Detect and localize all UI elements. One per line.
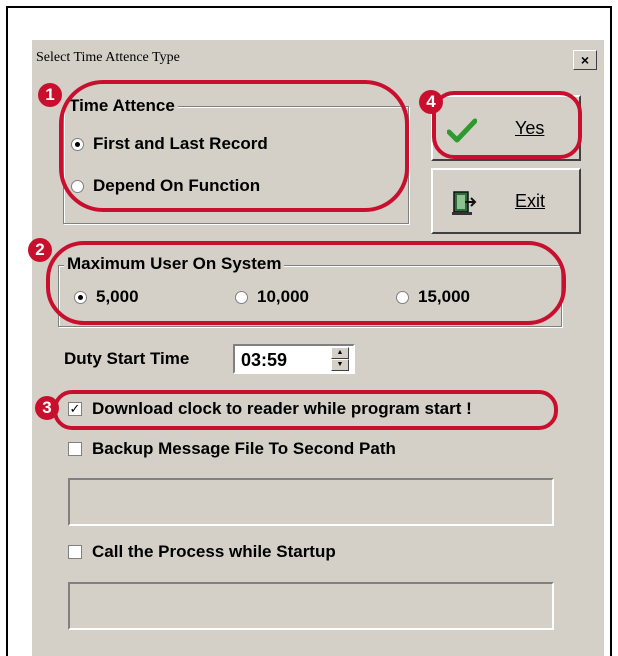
close-icon: × <box>580 52 590 68</box>
exit-button-label: Exit <box>515 191 546 211</box>
radio-button[interactable] <box>74 290 87 304</box>
checkbox-label: Download clock to reader while program s… <box>92 399 472 418</box>
radio-button[interactable] <box>71 137 84 151</box>
green-check-icon <box>447 118 477 143</box>
duty-start-time-input[interactable]: 03:59 ▲ ▼ <box>233 344 355 374</box>
checkbox-backup-message[interactable]: Backup Message File To Second Path <box>68 439 396 459</box>
window-title: Select Time Attence Type <box>36 50 180 65</box>
checkbox[interactable]: ✓ <box>68 402 82 416</box>
process-path-field[interactable] <box>68 582 554 630</box>
radio-label: 5,000 <box>96 287 139 306</box>
time-spin-up[interactable]: ▲ <box>331 347 349 359</box>
radio-first-last-record[interactable]: First and Last Record <box>71 134 268 154</box>
exit-button[interactable]: Exit <box>431 168 581 234</box>
yes-button-label: Yes <box>515 118 545 138</box>
checkbox-label: Call the Process while Startup <box>92 542 336 561</box>
checkbox-call-process[interactable]: Call the Process while Startup <box>68 542 336 562</box>
radio-label: 15,000 <box>418 287 470 306</box>
annotation-badge-1: 1 <box>38 83 62 107</box>
title-bar: Select Time Attence Type × <box>32 40 604 77</box>
checkbox-label: Backup Message File To Second Path <box>92 439 396 458</box>
radio-button[interactable] <box>71 179 84 193</box>
radio-label: Depend On Function <box>93 176 261 195</box>
radio-button[interactable] <box>235 290 248 304</box>
radio-5000[interactable]: 5,000 <box>74 287 139 307</box>
radio-depend-on-function[interactable]: Depend On Function <box>71 176 260 196</box>
exit-door-icon <box>452 191 477 215</box>
radio-label: 10,000 <box>257 287 309 306</box>
annotation-badge-2: 2 <box>28 238 52 262</box>
annotation-badge-3: 3 <box>35 396 59 420</box>
radio-10000[interactable]: 10,000 <box>235 287 309 307</box>
annotation-badge-4: 4 <box>419 90 443 114</box>
radio-label: First and Last Record <box>93 134 268 153</box>
radio-button[interactable] <box>396 290 409 304</box>
checkbox-download-clock[interactable]: ✓ Download clock to reader while program… <box>68 399 472 419</box>
duty-start-time-label: Duty Start Time <box>64 349 190 368</box>
time-attence-group <box>63 106 409 224</box>
close-button[interactable]: × <box>573 50 597 70</box>
backup-path-field[interactable] <box>68 478 554 526</box>
maximum-user-legend: Maximum User On System <box>64 254 285 274</box>
duty-start-time-value: 03:59 <box>241 350 288 370</box>
yes-button[interactable]: Yes <box>431 95 581 161</box>
checkbox[interactable] <box>68 442 82 456</box>
radio-15000[interactable]: 15,000 <box>396 287 470 307</box>
checkbox[interactable] <box>68 545 82 559</box>
time-attence-legend: Time Attence <box>66 96 178 116</box>
time-spin-down[interactable]: ▼ <box>331 359 349 371</box>
